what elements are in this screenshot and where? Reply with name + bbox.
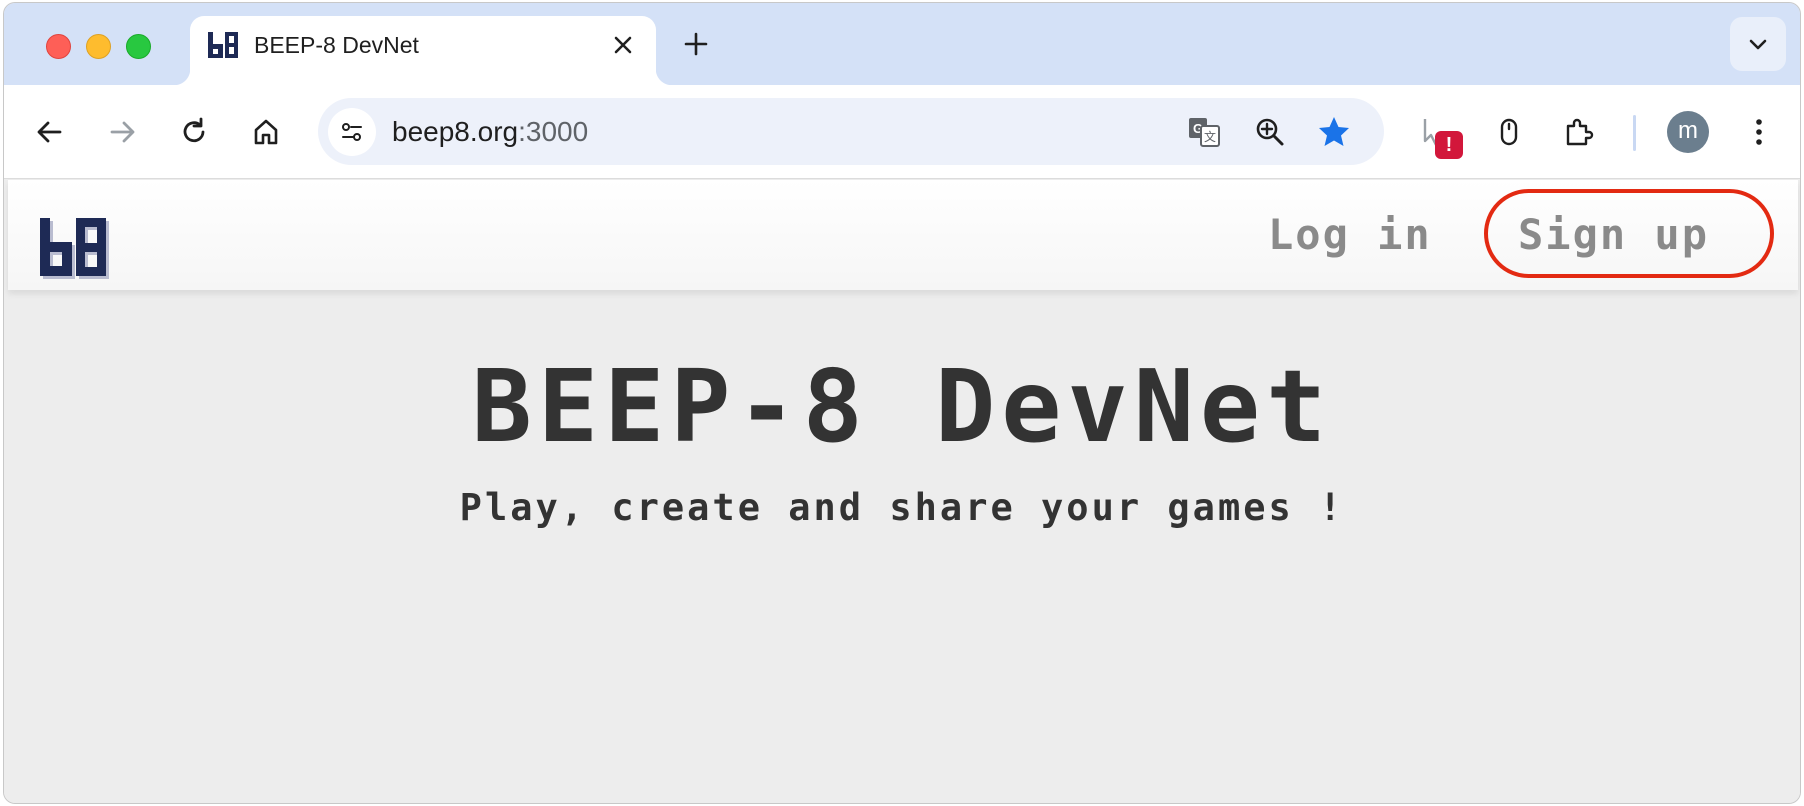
mouse-icon[interactable] [1489,112,1529,152]
bookmark-star-icon[interactable] [1316,114,1352,150]
window-close-button[interactable] [46,34,71,59]
plus-icon[interactable] [680,28,712,60]
chevron-down-icon [1749,39,1767,50]
signup-highlight-annotation [1484,189,1774,278]
tab-search-button[interactable] [1730,17,1786,71]
url-port: :3000 [518,116,589,147]
browser-tab[interactable]: BEEP-8 DevNet [174,16,672,85]
browser-toolbar: beep8.org:3000 G 文 ! m [4,85,1800,179]
tab-close-icon[interactable] [608,30,638,60]
tune-icon [342,123,362,141]
url-text[interactable]: beep8.org:3000 [392,116,588,148]
site-info-button[interactable] [328,108,376,156]
hero-title: BEEP-8 DevNet [471,348,1333,465]
forward-arrow-icon[interactable] [102,112,142,152]
more-menu-icon[interactable] [1739,112,1779,152]
svg-text:文: 文 [1204,129,1216,144]
toolbar-separator [1633,115,1636,151]
window-maximize-button[interactable] [126,34,151,59]
hero-subtitle: Play, create and share your games ! [459,486,1345,529]
tab-title: BEEP-8 DevNet [254,32,419,58]
home-icon[interactable] [246,112,286,152]
site-header: Log in Sign up [8,180,1798,290]
window-minimize-button[interactable] [86,34,111,59]
page-content: Log in Sign up BEEP-8 DevNet Play, creat… [4,180,1800,803]
back-arrow-icon[interactable] [30,112,70,152]
address-bar[interactable]: beep8.org:3000 G 文 [318,98,1384,165]
extensions-puzzle-icon[interactable] [1559,112,1599,152]
translate-icon[interactable]: G 文 [1186,114,1222,150]
browser-window: BEEP-8 DevNet beep8.org:3000 G 文 ! m Log… [3,2,1801,804]
url-host: beep8.org [392,116,519,147]
reload-icon[interactable] [174,112,214,152]
zoom-icon[interactable] [1252,114,1288,150]
beep8-logo-icon [208,32,238,58]
login-link[interactable]: Log in [1268,210,1432,259]
profile-avatar[interactable]: m [1667,111,1709,153]
extension-alert-badge: ! [1435,131,1463,159]
tab-strip: BEEP-8 DevNet [4,3,1800,85]
site-logo[interactable] [38,216,110,282]
